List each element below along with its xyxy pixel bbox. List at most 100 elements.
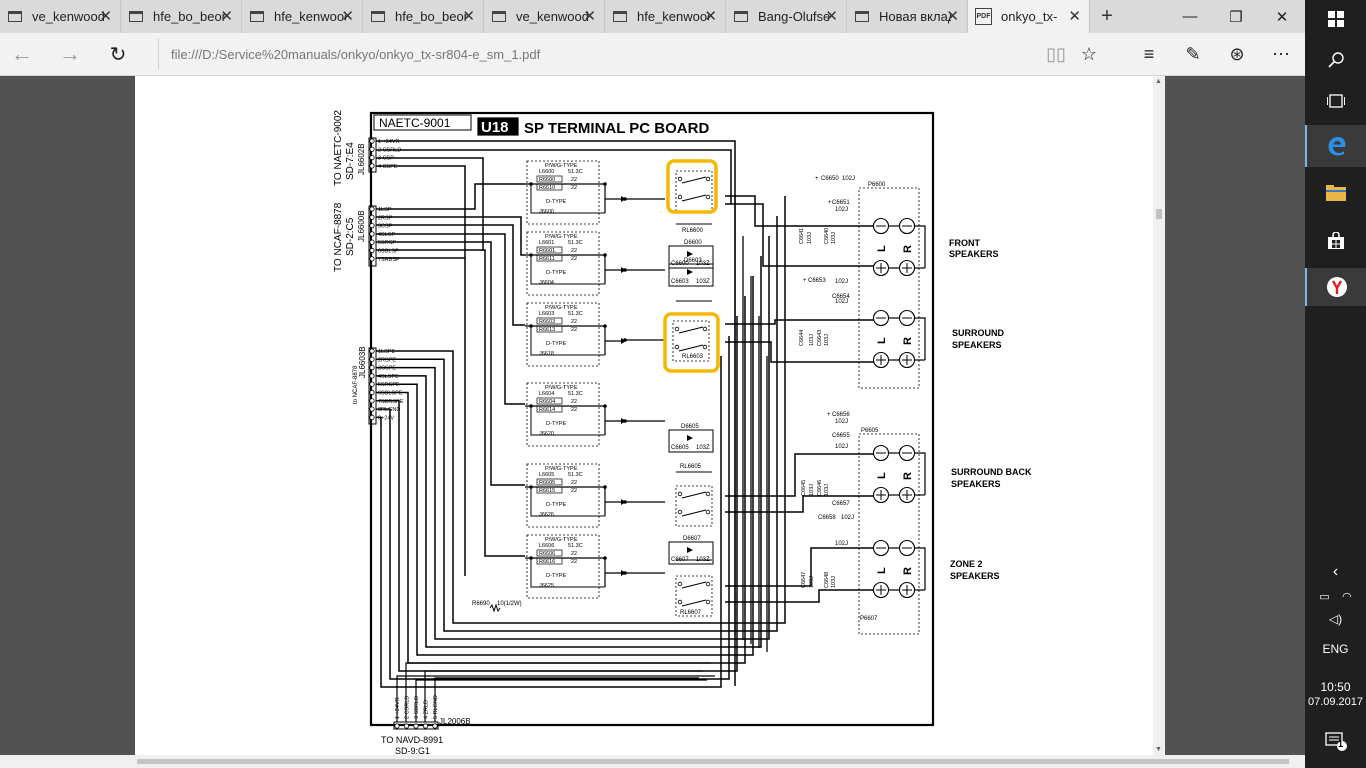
web-note-icon[interactable]: ✎	[1177, 39, 1209, 69]
tab-active[interactable]: PDF onkyo_tx- ✕	[968, 0, 1090, 33]
junction-dot	[529, 404, 533, 408]
new-tab-button[interactable]: +	[1090, 0, 1124, 33]
inductor-label: L6600	[539, 169, 554, 175]
windows-start-icon[interactable]	[1305, 0, 1366, 38]
capacitor-label: C6643	[817, 330, 823, 346]
wire	[915, 317, 926, 360]
close-icon[interactable]: ✕	[99, 7, 112, 25]
connector-title: SD-9:G1	[395, 746, 430, 755]
close-icon[interactable]: ✕	[946, 7, 959, 25]
highlight-box	[666, 159, 718, 214]
close-icon[interactable]: ✕	[825, 7, 838, 25]
hub-icon[interactable]: ≡	[1133, 39, 1165, 69]
task-view-glyph-icon	[1326, 94, 1345, 108]
resistor-value: 22	[571, 488, 577, 494]
close-icon[interactable]: ✕	[462, 7, 475, 25]
scroll-down-icon[interactable]: ▼	[1155, 746, 1162, 753]
close-icon[interactable]: ✕	[704, 7, 717, 25]
relay-symbol: RL6605	[675, 464, 713, 527]
magnifier-icon	[1327, 52, 1344, 68]
close-icon[interactable]: ✕	[583, 7, 596, 25]
channel-label-left: L	[876, 567, 888, 574]
close-window-button[interactable]: ✕	[1259, 0, 1305, 33]
search-icon[interactable]	[1305, 41, 1366, 79]
connector-pins: 1 +24VR2 CSRLD3 CSP4 CSPE	[369, 138, 401, 170]
relay-frame	[675, 485, 713, 527]
resistor-value: 10(1/2W)	[497, 601, 522, 607]
tab[interactable]: hfe_kenwood ✕	[242, 0, 363, 33]
relay-label: RL6607	[680, 610, 702, 616]
vertical-scrollbar[interactable]: ▲ ▼	[1153, 76, 1165, 755]
refresh-button[interactable]: ↻	[102, 39, 134, 69]
edge-app-icon[interactable]	[1305, 125, 1366, 167]
reading-view-icon[interactable]: ▯▯	[1040, 39, 1072, 69]
channel-label-right: R	[902, 245, 914, 253]
resistor-value: 22	[571, 256, 577, 262]
diode-label: D6605	[681, 424, 699, 430]
clock-time[interactable]: 10:50	[1305, 680, 1366, 694]
tab[interactable]: ve_kenwood_✕	[484, 0, 605, 33]
tab[interactable]: hfe_kenwood ✕	[605, 0, 726, 33]
horizontal-scrollbar[interactable]	[0, 755, 1305, 768]
restore-button[interactable]: ❐	[1213, 0, 1259, 33]
resistor-label: R6600	[539, 177, 555, 183]
wire	[725, 319, 880, 325]
file-explorer-icon[interactable]	[1305, 174, 1366, 212]
capacitor-label: 103J	[824, 334, 830, 346]
tab[interactable]: hfe_bo_beom ✕	[121, 0, 242, 33]
filter-dtype-label: D-TYPE	[546, 421, 567, 427]
capacitor-label: 51.3C	[568, 169, 583, 175]
pin-circle	[369, 398, 375, 404]
minimize-button[interactable]: —	[1167, 0, 1213, 33]
close-icon[interactable]: ✕	[220, 7, 233, 25]
forward-button[interactable]: →	[54, 39, 86, 69]
more-icon[interactable]: ⋯	[1265, 39, 1297, 69]
capacitor-label: 103J	[809, 484, 815, 496]
favorite-star-icon[interactable]: ☆	[1073, 39, 1105, 69]
tab[interactable]: hfe_bo_beom ✕	[363, 0, 484, 33]
back-button[interactable]: ←	[6, 39, 38, 69]
resistor-label: R6605	[539, 480, 555, 486]
battery-icon[interactable]: ▭	[1319, 590, 1329, 603]
notification-center-icon[interactable]: 1	[1305, 724, 1366, 758]
scroll-up-icon[interactable]: ▲	[1155, 78, 1162, 85]
connector-ref: JL6603B	[358, 346, 367, 378]
tab-title: Новая вкладк	[879, 9, 951, 24]
tab[interactable]: Bang-Olufsen ✕	[726, 0, 847, 33]
action-center-icon	[1324, 732, 1347, 751]
close-icon[interactable]: ✕	[341, 7, 354, 25]
relay-contact	[705, 599, 711, 605]
close-icon[interactable]: ✕	[1068, 7, 1081, 25]
volume-icon[interactable]: ◁)	[1305, 608, 1366, 630]
store-icon[interactable]	[1305, 222, 1366, 260]
yandex-browser-icon[interactable]	[1305, 268, 1366, 306]
resistor-label: R6601	[539, 248, 555, 254]
pin-circle	[369, 214, 375, 220]
relay-contact	[674, 326, 680, 332]
speaker-group-label: SPEAKERS	[951, 479, 1001, 489]
relay-contact	[677, 509, 683, 515]
scroll-thumb[interactable]	[137, 759, 1289, 764]
pin-circle	[369, 239, 375, 245]
clock-date[interactable]: 07.09.2017	[1305, 696, 1366, 708]
tab[interactable]: ve_kenwood_✕	[0, 0, 121, 33]
window-controls: — ❐ ✕	[1167, 0, 1305, 33]
tab-title: ve_kenwood_	[32, 9, 104, 24]
filter-block-frame	[526, 382, 600, 447]
scroll-thumb[interactable]	[1156, 209, 1162, 219]
speaker-group-label: SURROUND	[952, 328, 1005, 338]
wifi-icon[interactable]: ◠	[1342, 590, 1352, 603]
pin-label: 2RSP	[378, 215, 393, 221]
tab[interactable]: Новая вкладк✕	[847, 0, 968, 33]
share-icon[interactable]: ⊛	[1221, 39, 1253, 69]
capacitor-label: 102J	[835, 207, 848, 213]
task-view-icon[interactable]	[1305, 82, 1366, 120]
language-indicator[interactable]: ENG	[1305, 642, 1366, 656]
relay-contact	[705, 581, 711, 587]
pin-circle	[369, 389, 375, 396]
address-bar[interactable]: file:///D:/Service%20manuals/onkyo/onkyo…	[158, 39, 1038, 69]
capacitor-label: C6653	[808, 278, 826, 284]
page-icon	[371, 11, 385, 22]
terminal-ref: P6600	[868, 182, 886, 188]
filter-block-frame	[526, 231, 600, 296]
